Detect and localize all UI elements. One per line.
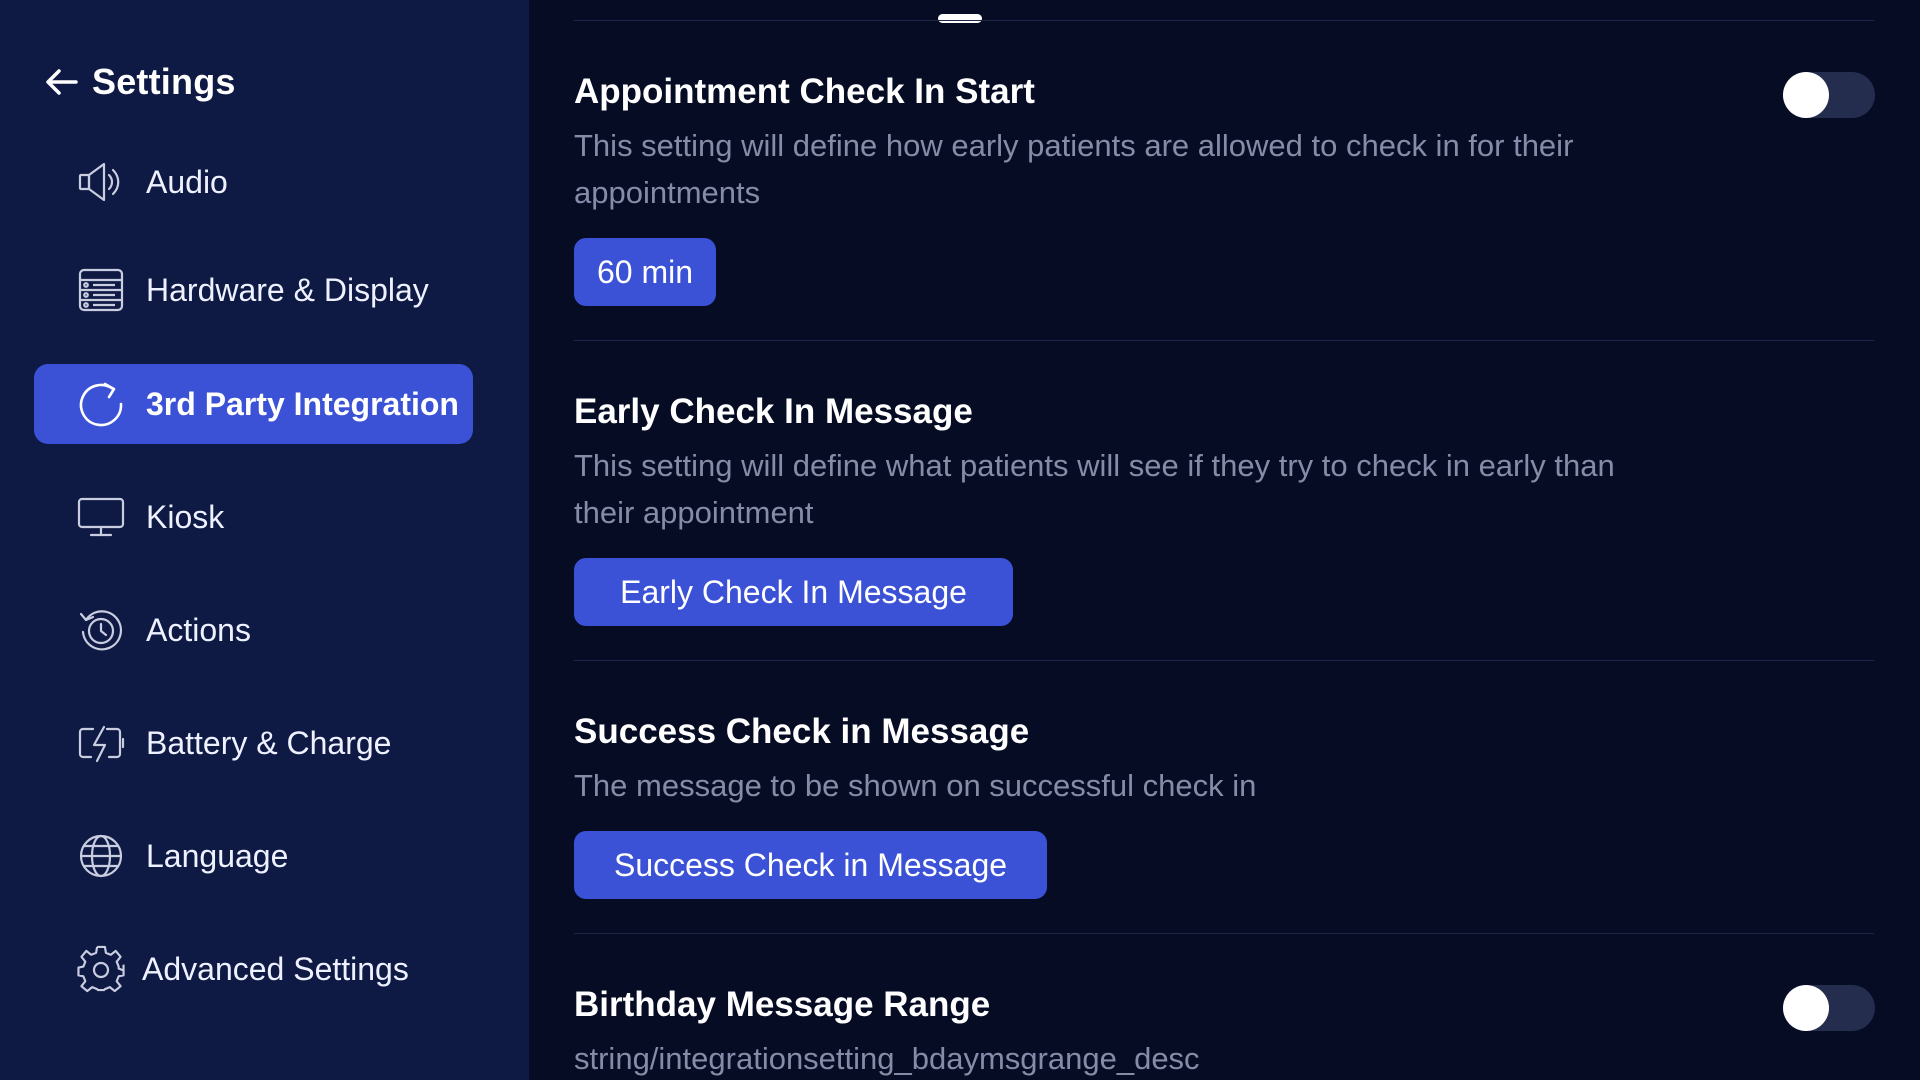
divider: [574, 20, 1874, 21]
divider: [574, 660, 1874, 661]
gear-icon: [76, 944, 126, 994]
sidebar-item-label: Language: [146, 837, 289, 874]
setting-description: This setting will define what patients w…: [574, 448, 1615, 530]
sidebar-item-battery-charge[interactable]: Battery & Charge: [34, 703, 473, 783]
battery-charge-icon: [76, 718, 126, 768]
toggle-knob: [1783, 72, 1829, 118]
birthday-message-range-toggle[interactable]: [1783, 985, 1875, 1031]
arrow-left-icon: [46, 69, 78, 95]
setting-title: Early Check In Message: [574, 392, 973, 431]
setting-title: Success Check in Message: [574, 712, 1030, 751]
appointment-check-in-toggle[interactable]: [1783, 72, 1875, 118]
setting-description: string/integrationsetting_bdaymsgrange_d…: [574, 1041, 1200, 1076]
sidebar-item-label: Kiosk: [146, 498, 225, 535]
globe-icon: [76, 831, 126, 881]
server-list-icon: [76, 265, 126, 315]
sidebar-item-label: 3rd Party Integration: [146, 385, 459, 422]
divider: [574, 933, 1874, 934]
setting-description: This setting will define how early patie…: [574, 128, 1574, 210]
sidebar-item-advanced-settings[interactable]: Advanced Settings: [34, 929, 473, 1009]
sidebar-item-audio[interactable]: Audio: [34, 142, 473, 222]
toggle-knob: [1783, 985, 1829, 1031]
success-check-in-message-button[interactable]: Success Check in Message: [574, 831, 1047, 899]
back-to-settings[interactable]: Settings: [42, 58, 236, 106]
sidebar-item-3rd-party-integration[interactable]: 3rd Party Integration: [34, 364, 473, 444]
refresh-icon: [76, 379, 126, 429]
monitor-icon: [76, 492, 126, 542]
sidebar-item-actions[interactable]: Actions: [34, 590, 473, 670]
settings-sidebar: Settings Audio Hardware & Display 3rd Pa…: [0, 0, 529, 1080]
sidebar-item-label: Battery & Charge: [146, 724, 392, 761]
history-icon: [76, 605, 126, 655]
sidebar-item-label: Advanced Settings: [142, 950, 409, 987]
sidebar-title: Settings: [92, 61, 236, 102]
drag-handle[interactable]: [938, 14, 982, 23]
early-check-in-message-button[interactable]: Early Check In Message: [574, 558, 1013, 626]
sidebar-item-label: Actions: [146, 611, 251, 648]
sidebar-item-label: Audio: [146, 163, 228, 200]
sidebar-item-kiosk[interactable]: Kiosk: [34, 477, 473, 557]
settings-content: Appointment Check In Start This setting …: [529, 0, 1920, 1080]
sidebar-item-language[interactable]: Language: [34, 816, 473, 896]
speaker-icon: [76, 157, 126, 207]
setting-title: Appointment Check In Start: [574, 72, 1035, 111]
sidebar-item-label: Hardware & Display: [146, 271, 429, 308]
setting-title: Birthday Message Range: [574, 985, 991, 1024]
sidebar-item-hardware-display[interactable]: Hardware & Display: [34, 250, 473, 330]
setting-description: The message to be shown on successful ch…: [574, 768, 1257, 803]
check-in-start-duration-button[interactable]: 60 min: [574, 238, 716, 306]
divider: [574, 340, 1874, 341]
